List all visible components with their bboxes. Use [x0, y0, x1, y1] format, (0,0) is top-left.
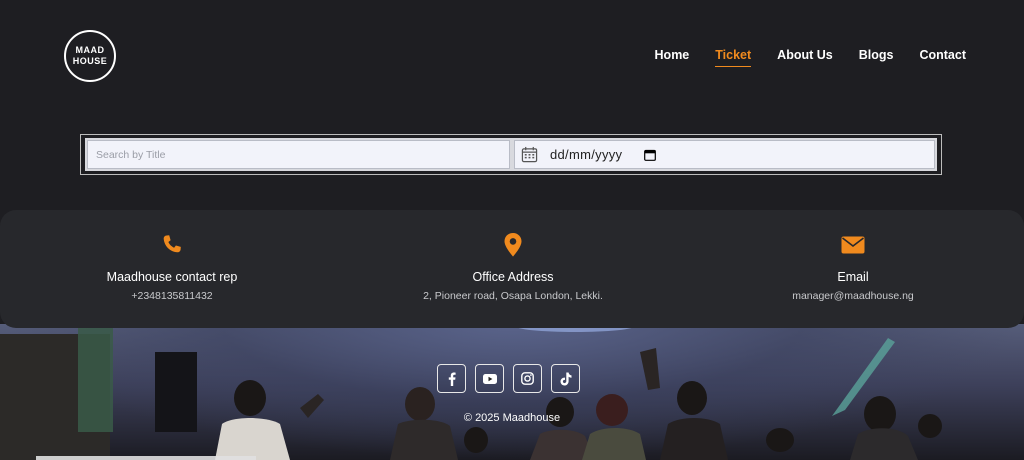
contact-address: Office Address 2, Pioneer road, Osapa Lo…	[363, 232, 663, 302]
brand-logo-line1: MAAD	[75, 45, 105, 55]
envelope-icon	[841, 236, 865, 254]
youtube-icon	[482, 373, 497, 384]
date-picker-icon[interactable]	[644, 149, 657, 161]
nav-about-us[interactable]: About Us	[777, 48, 833, 67]
instagram-link[interactable]	[513, 364, 542, 393]
contact-phone-title: Maadhouse contact rep	[106, 270, 238, 284]
event-filter-bar: dd/mm/yyyy	[80, 134, 942, 175]
nav-ticket[interactable]: Ticket	[715, 48, 752, 67]
tiktok-link[interactable]	[551, 364, 580, 393]
nav-blogs[interactable]: Blogs	[859, 48, 894, 67]
search-input[interactable]	[87, 140, 510, 169]
tiktok-icon	[560, 372, 571, 385]
facebook-icon	[448, 372, 456, 386]
social-links	[437, 364, 580, 393]
contact-email-value[interactable]: manager@maadhouse.ng	[703, 290, 1003, 302]
contact-address-value: 2, Pioneer road, Osapa London, Lekki.	[423, 290, 603, 302]
contact-info-strip: Maadhouse contact rep +2348135811432 Off…	[0, 210, 1024, 328]
brand-logo-line2: HOUSE	[72, 56, 108, 66]
contact-phone: Maadhouse contact rep +2348135811432	[22, 232, 322, 302]
phone-icon	[163, 235, 181, 253]
filter-inner: dd/mm/yyyy	[85, 138, 937, 171]
facebook-link[interactable]	[437, 364, 466, 393]
calendar-icon	[521, 146, 538, 163]
contact-phone-value[interactable]: +2348135811432	[22, 290, 322, 302]
date-input-value[interactable]: dd/mm/yyyy	[550, 147, 622, 162]
footer: © 2025 Maadhouse	[0, 324, 1024, 460]
nav-home[interactable]: Home	[655, 48, 690, 67]
youtube-link[interactable]	[475, 364, 504, 393]
instagram-icon	[521, 372, 534, 385]
nav-contact[interactable]: Contact	[919, 48, 966, 67]
date-field[interactable]: dd/mm/yyyy	[514, 140, 935, 169]
contact-address-title: Office Address	[472, 270, 554, 284]
map-pin-icon	[504, 233, 522, 257]
contact-email: Email manager@maadhouse.ng	[703, 232, 1003, 302]
contact-email-title: Email	[837, 270, 869, 284]
main-nav: Home Ticket About Us Blogs Contact	[655, 48, 966, 67]
brand-logo[interactable]: MAAD HOUSE	[64, 30, 116, 82]
copyright-text: © 2025 Maadhouse	[463, 412, 561, 424]
